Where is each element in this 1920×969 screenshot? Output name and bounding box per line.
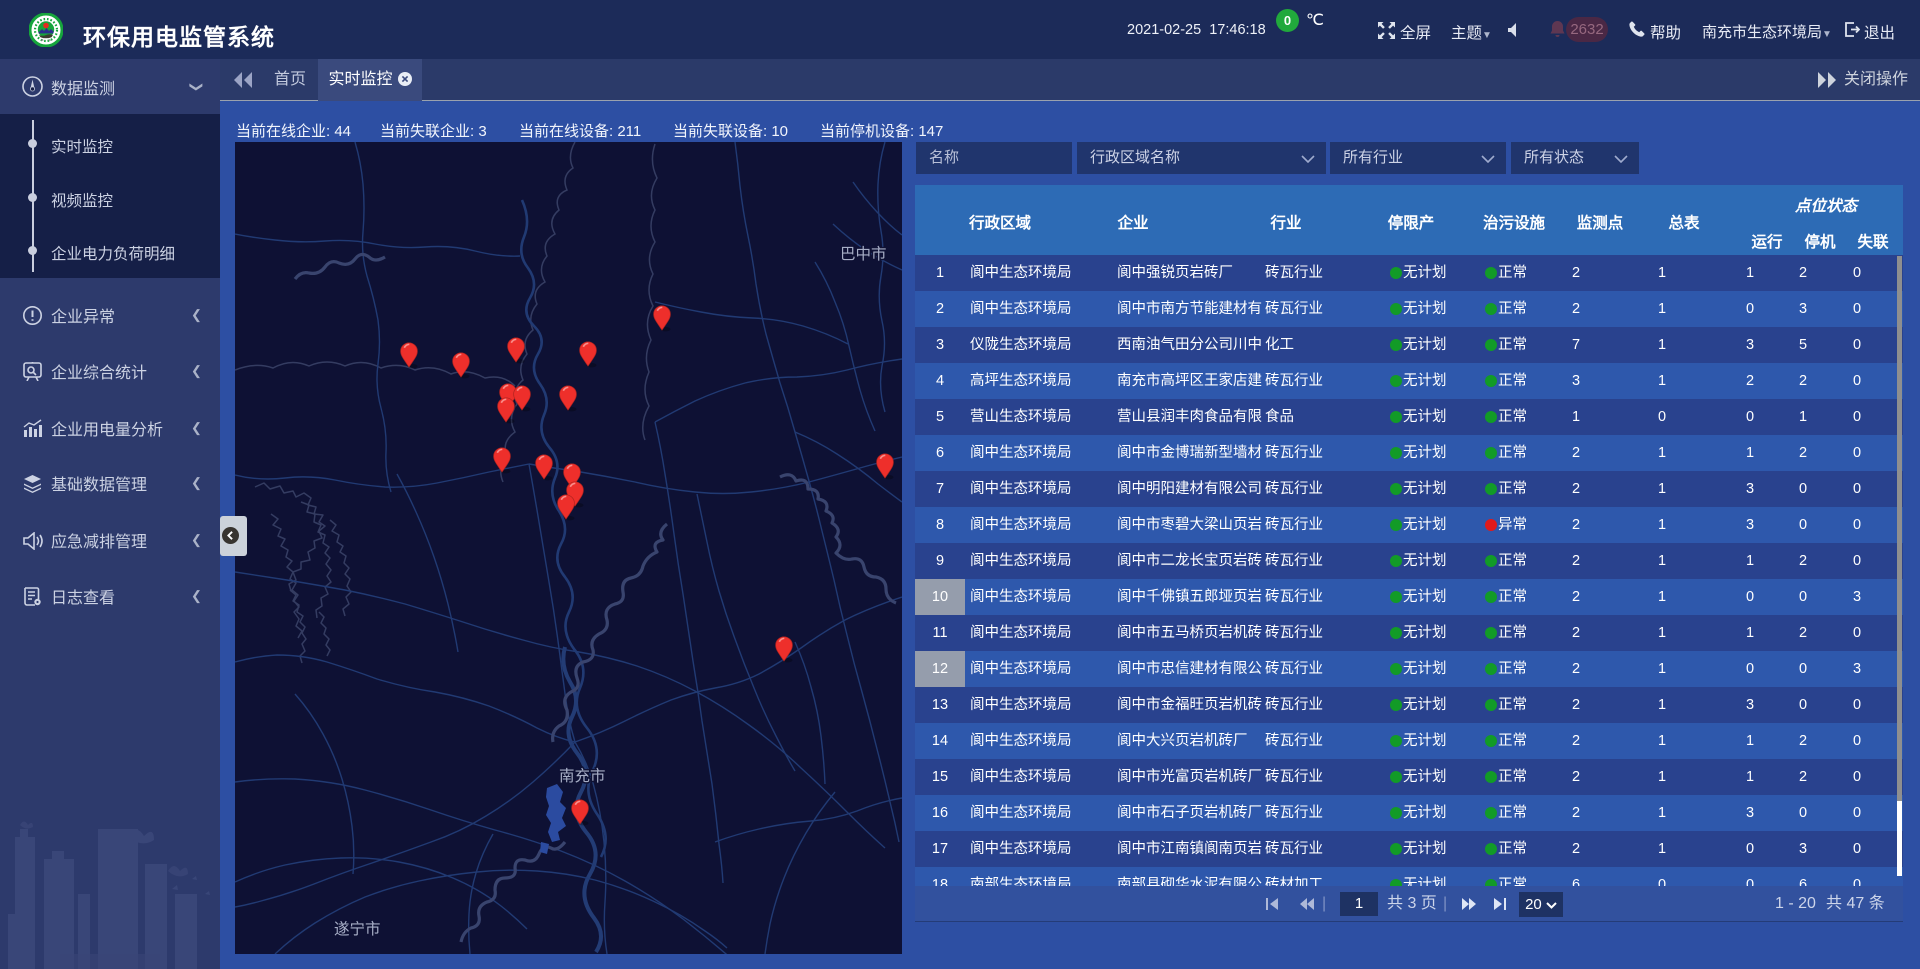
svg-text:遂宁市: 遂宁市	[334, 920, 381, 938]
svg-text:南充市: 南充市	[559, 767, 606, 785]
svg-text:巴中市: 巴中市	[840, 245, 887, 263]
